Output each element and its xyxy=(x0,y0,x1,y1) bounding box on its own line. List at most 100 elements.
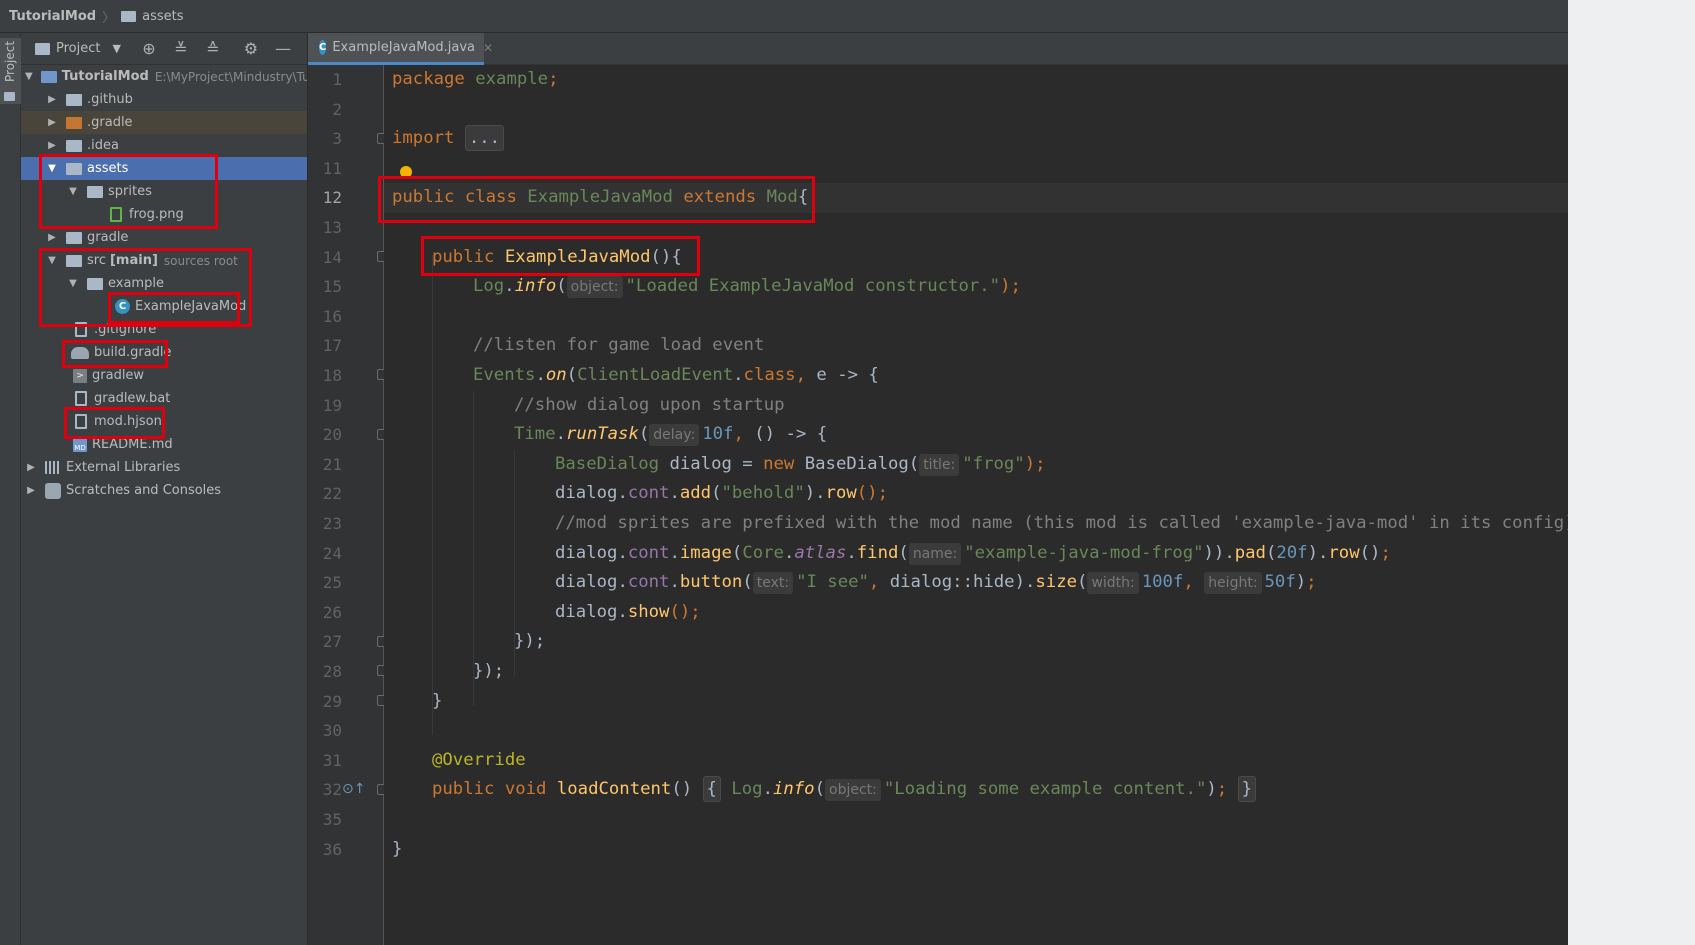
code-line: Events.on(ClientLoadEvent.class, e -> { xyxy=(473,365,879,385)
lambda: () -> { xyxy=(743,424,828,445)
folded-body-start[interactable]: { xyxy=(702,776,721,803)
tree-item-idea[interactable]: ▶ .idea xyxy=(21,134,307,157)
lightbulb-icon[interactable] xyxy=(400,166,412,178)
scratches-icon xyxy=(45,482,61,499)
code-line: public void loadContent() { Log.info(obj… xyxy=(432,775,1257,805)
code-editor[interactable]: package example; import ... public class… xyxy=(384,65,1568,945)
locate-icon[interactable]: ⊕ xyxy=(141,39,157,58)
line-number: 2 xyxy=(332,99,342,119)
line-number: 17 xyxy=(322,336,342,356)
file-icon xyxy=(75,322,87,337)
tree-item-label: gradle xyxy=(87,230,129,245)
tree-item-tutorialmod[interactable]: ▼ TutorialMod E:\MyProject\Mindustry\Tu xyxy=(21,65,307,88)
tab-examplejavamod[interactable]: C ExampleJavaMod.java ✕ xyxy=(308,33,493,65)
chevron-down-icon[interactable]: ▼ xyxy=(46,255,58,266)
chevron-right-icon[interactable]: ▶ xyxy=(46,94,58,105)
breadcrumb-project[interactable]: TutorialMod xyxy=(9,9,96,24)
folded-imports[interactable]: ... xyxy=(464,125,505,152)
close-icon[interactable]: ✕ xyxy=(483,41,493,55)
override-marker-icon[interactable]: ⊙↑ xyxy=(342,781,365,797)
line-number: 28 xyxy=(322,662,342,681)
navigation-bar: TutorialMod 〉 assets xyxy=(0,0,1568,33)
class-ref: Core xyxy=(742,542,784,563)
editor-tab-bar: C ExampleJavaMod.java ✕ xyxy=(308,33,1568,65)
project-tool-button[interactable]: Project xyxy=(0,38,21,104)
hide-icon[interactable]: — xyxy=(275,39,291,58)
line-number: 20 xyxy=(322,425,342,445)
tree-item-external-libraries[interactable]: ▶ External Libraries xyxy=(21,456,307,479)
java-class-icon: C xyxy=(319,40,327,55)
chevron-right-icon[interactable]: ▶ xyxy=(46,140,58,151)
folded-body-end[interactable]: } xyxy=(1237,776,1257,803)
method-call: info xyxy=(772,779,815,800)
line-number: 11 xyxy=(322,158,342,178)
tree-item-source-set: [main] xyxy=(109,253,158,268)
line-number: 25 xyxy=(322,573,342,593)
variable: dialog xyxy=(555,542,618,563)
variable: dialog xyxy=(555,601,618,622)
punct: ); xyxy=(1000,276,1021,297)
tree-item-src[interactable]: ▼ src [main] sources root xyxy=(21,249,307,272)
expand-all-icon[interactable]: ≚ xyxy=(173,39,189,58)
tree-item-mod-hjson[interactable]: mod.hjson xyxy=(21,410,307,433)
collapse-all-icon[interactable]: ≙ xyxy=(205,39,221,58)
tree-item-readme[interactable]: MD README.md xyxy=(21,433,307,456)
code-line: package example; xyxy=(392,65,559,95)
tree-item-gradlew-bat[interactable]: gradlew.bat xyxy=(21,387,307,410)
field: atlas xyxy=(794,542,847,563)
project-panel: Project ▼ ⊕ ≚ ≙ ⚙ — ▼ TutorialMod E:\MyP… xyxy=(21,33,308,945)
code-line: } xyxy=(392,838,403,859)
chevron-right-icon[interactable]: ▶ xyxy=(25,462,37,473)
parameter-hint: height: xyxy=(1204,572,1262,595)
field: cont xyxy=(627,542,670,563)
method-call: on xyxy=(545,365,567,385)
tree-item-gradlew[interactable]: > gradlew xyxy=(21,364,307,387)
tree-item-label: ExampleJavaMod xyxy=(135,299,247,314)
chevron-down-icon[interactable]: ▼ xyxy=(112,42,120,55)
tree-item-label: assets xyxy=(87,161,129,176)
chevron-right-icon[interactable]: ▶ xyxy=(46,117,58,128)
chevron-down-icon[interactable]: ▼ xyxy=(46,163,58,174)
variable: dialog xyxy=(669,453,732,474)
folder-icon xyxy=(66,231,82,244)
string-literal: "behold" xyxy=(721,483,805,504)
tree-item-frog-png[interactable]: frog.png xyxy=(21,203,307,226)
tree-item-build-gradle[interactable]: build.gradle xyxy=(21,341,307,364)
keyword: class xyxy=(743,365,796,385)
folder-icon xyxy=(66,162,82,175)
line-number: 35 xyxy=(322,810,342,829)
background-strip xyxy=(1568,0,1695,945)
code-line: dialog.show(); xyxy=(555,601,701,622)
tree-item-label: example xyxy=(108,276,164,291)
line-number: 29 xyxy=(322,691,342,711)
tree-item-github[interactable]: ▶ .github xyxy=(21,88,307,111)
tree-item-gitignore[interactable]: .gitignore xyxy=(21,318,307,341)
tree-item-scratches[interactable]: ▶ Scratches and Consoles xyxy=(21,479,307,502)
chevron-right-icon[interactable]: ▶ xyxy=(25,485,37,496)
class-ref: Time xyxy=(514,424,556,445)
tree-item-example-package[interactable]: ▼ example xyxy=(21,272,307,295)
code-line: Log.info(object: "Loaded ExampleJavaMod c… xyxy=(473,276,1021,299)
parameter-hint: title: xyxy=(919,453,960,476)
project-view-selector[interactable]: Project xyxy=(56,41,100,56)
gear-icon[interactable]: ⚙ xyxy=(243,39,259,58)
tree-item-label: Scratches and Consoles xyxy=(66,483,222,498)
punct: (); xyxy=(856,483,888,504)
breadcrumb-folder[interactable]: assets xyxy=(142,9,183,24)
tree-item-sprites[interactable]: ▼ sprites xyxy=(21,180,307,203)
line-number: 1 xyxy=(332,70,342,89)
tree-item-gradle-cache[interactable]: ▶ .gradle xyxy=(21,111,307,134)
line-number: 36 xyxy=(322,839,342,859)
chevron-down-icon[interactable]: ▼ xyxy=(67,186,79,197)
tree-item-gradle[interactable]: ▶ gradle xyxy=(21,226,307,249)
tree-item-label: .gradle xyxy=(87,115,133,130)
tree-item-assets[interactable]: ▼ assets xyxy=(21,157,307,180)
chevron-right-icon[interactable]: ▶ xyxy=(46,232,58,243)
chevron-down-icon[interactable]: ▼ xyxy=(67,278,79,289)
string-literal: "frog" xyxy=(962,453,1025,474)
keyword: extends xyxy=(683,187,757,208)
tree-item-label: .idea xyxy=(87,138,119,153)
chevron-down-icon[interactable]: ▼ xyxy=(25,71,33,82)
editor-gutter[interactable]: 1 2 3 11 12 13 14 15 16 17 18 19 20 21 2… xyxy=(308,65,388,945)
tree-item-examplejavamod[interactable]: C ExampleJavaMod xyxy=(21,295,307,318)
